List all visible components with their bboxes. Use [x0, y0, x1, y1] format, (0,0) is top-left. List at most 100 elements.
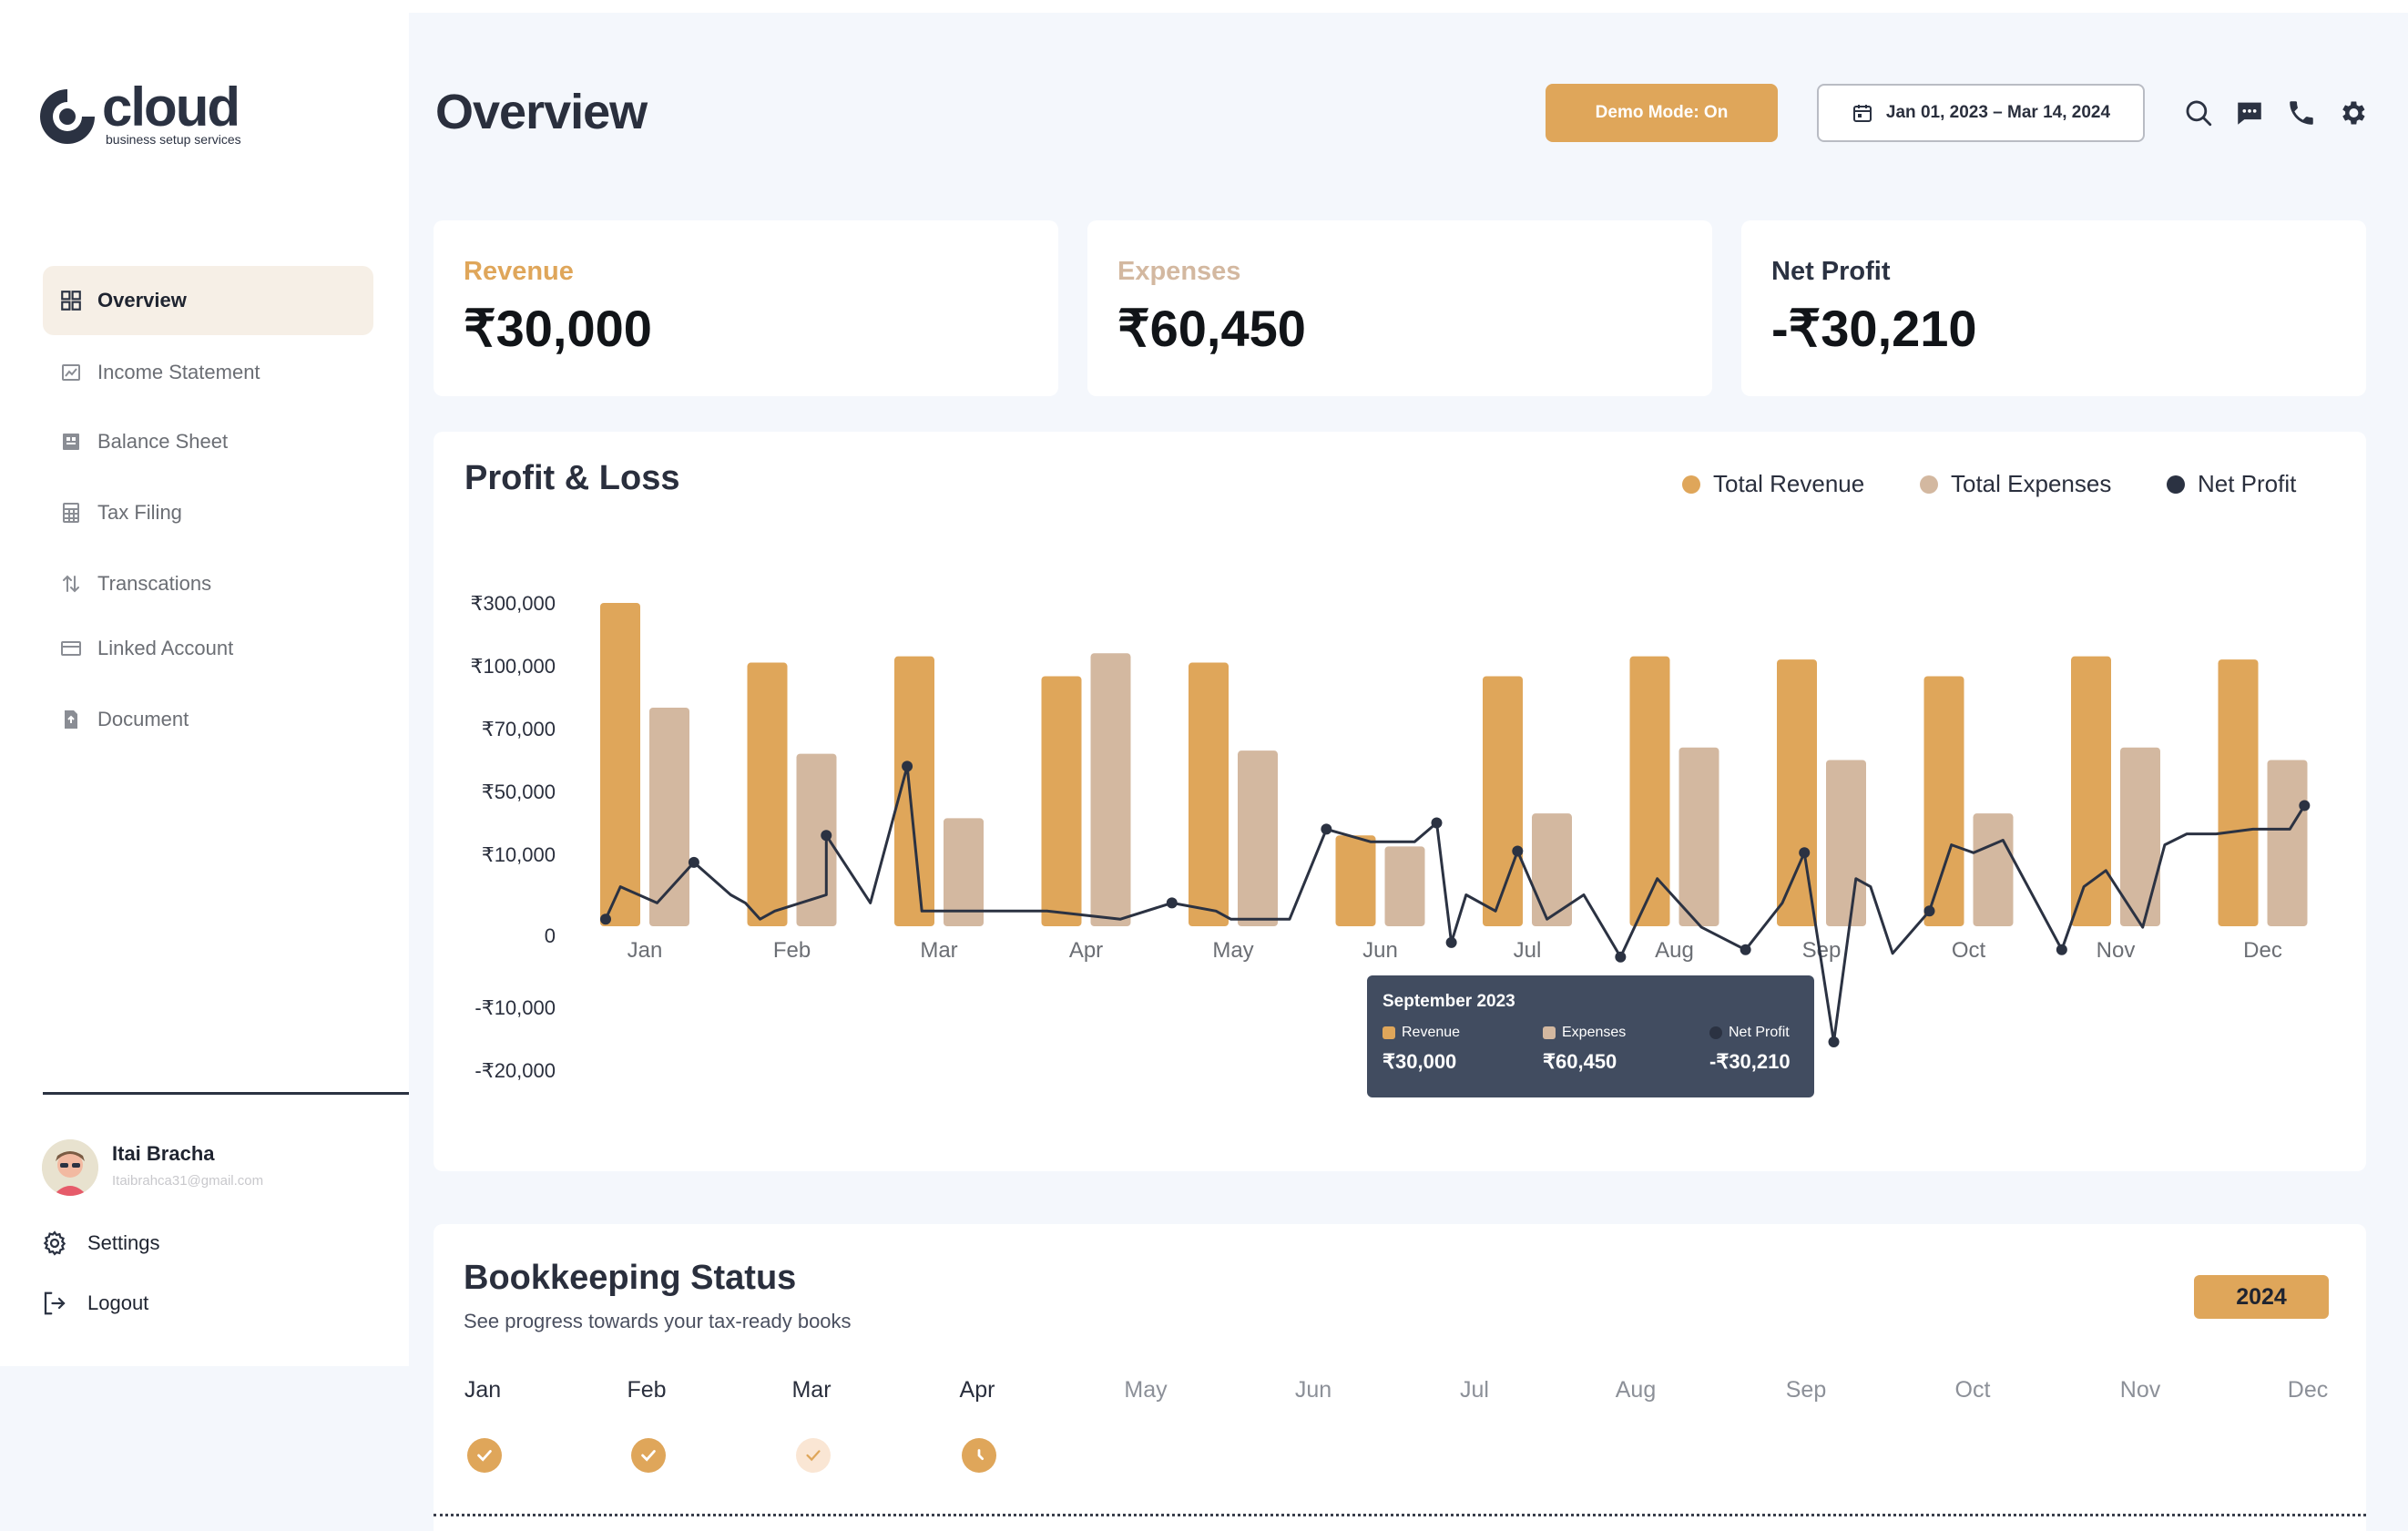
expenses-bar [1826, 760, 1866, 926]
sidebar-item-document[interactable]: Document [43, 685, 373, 754]
expenses-bar [1090, 653, 1131, 926]
sidebar: cloud business setup services Overview In… [0, 0, 409, 1366]
revenue-label: Revenue [464, 257, 574, 286]
date-range-button[interactable]: Jan 01, 2023 – Mar 14, 2024 [1817, 84, 2145, 142]
expenses-bar [1678, 747, 1719, 926]
chart-tooltip: September 2023 Revenue ₹30,000 Expenses … [1367, 975, 1814, 1097]
grid-icon [59, 289, 83, 312]
x-tick-label: Apr [1069, 938, 1103, 963]
y-tick-label: ₹300,000 [470, 592, 556, 615]
x-tick-label: May [1212, 938, 1253, 963]
sidebar-item-tax-filing[interactable]: Tax Filing [43, 478, 373, 547]
month-label-may: May [1124, 1377, 1168, 1403]
legend-net-profit-swatch [2167, 475, 2185, 494]
expenses-bar [1238, 750, 1278, 926]
check-icon[interactable] [796, 1438, 831, 1473]
revenue-bar [747, 662, 788, 926]
net-profit-label: Net Profit [1771, 257, 1891, 286]
brand-tagline: business setup services [106, 132, 241, 147]
net-profit-card: Net Profit -₹30,210 [1741, 220, 2366, 396]
net-profit-point [2056, 944, 2067, 955]
tooltip-net-swatch [1709, 1026, 1722, 1039]
ledger-icon [59, 430, 83, 454]
card-icon [59, 637, 83, 660]
net-profit-point [1445, 936, 1457, 948]
avatar[interactable] [42, 1139, 98, 1196]
net-profit-point [1828, 1036, 1840, 1047]
expenses-value: ₹60,450 [1117, 300, 1306, 357]
check-icon[interactable] [467, 1438, 502, 1473]
sidebar-item-label: Tax Filing [97, 501, 182, 524]
tooltip-expenses-swatch [1543, 1026, 1556, 1039]
expenses-bar [1973, 813, 2014, 926]
revenue-card: Revenue ₹30,000 [434, 220, 1058, 396]
sidebar-item-label: Document [97, 708, 189, 730]
page-title: Overview [435, 85, 648, 139]
tooltip-net-profit: Net Profit -₹30,210 [1709, 1025, 1791, 1074]
tooltip-title: September 2023 [1383, 992, 1515, 1011]
tooltip-revenue: Revenue ₹30,000 [1383, 1025, 1460, 1074]
sidebar-item-income-statement[interactable]: Income Statement [43, 338, 373, 407]
x-tick-label: Oct [1952, 938, 1986, 963]
logout-icon [40, 1289, 69, 1318]
x-tick-label: Jan [628, 938, 663, 963]
legend-expenses-swatch [1920, 475, 1938, 494]
sidebar-item-label: Linked Account [97, 637, 234, 659]
legend-net-profit[interactable]: Net Profit [2167, 470, 2296, 498]
x-tick-label: Jun [1362, 938, 1398, 963]
logout-link[interactable]: Logout [40, 1285, 148, 1322]
tooltip-revenue-value: ₹30,000 [1383, 1050, 1457, 1073]
x-tick-label: Mar [920, 938, 957, 963]
check-icon[interactable] [631, 1438, 666, 1473]
cloud-logo[interactable]: cloud business setup services [40, 77, 332, 155]
y-tick-label: -₹10,000 [474, 996, 556, 1019]
expenses-bar [1532, 813, 1572, 926]
month-label-aug: Aug [1615, 1377, 1657, 1403]
bookkeeping-subtitle: See progress towards your tax-ready book… [464, 1310, 852, 1332]
date-range-label: Jan 01, 2023 – Mar 14, 2024 [1885, 103, 2111, 122]
sidebar-item-linked-account[interactable]: Linked Account [43, 614, 373, 683]
tooltip-net-value: -₹30,210 [1709, 1050, 1791, 1073]
document-icon [59, 708, 83, 731]
expenses-label: Expenses [1117, 257, 1241, 286]
legend-expenses[interactable]: Total Expenses [1920, 470, 2111, 498]
sidebar-item-balance-sheet[interactable]: Balance Sheet [43, 407, 373, 476]
net-profit-point [821, 830, 832, 842]
tooltip-expenses: Expenses ₹60,450 [1543, 1025, 1626, 1074]
net-profit-point [1615, 951, 1627, 963]
net-profit-point [688, 856, 699, 868]
net-profit-point [902, 760, 913, 772]
net-profit-point [1431, 817, 1443, 829]
sidebar-item-label: Overview [97, 289, 187, 311]
year-selector-button[interactable]: 2024 [2194, 1275, 2329, 1319]
net-profit-value: -₹30,210 [1771, 300, 1977, 357]
revenue-bar [2071, 656, 2111, 926]
clock-icon[interactable] [962, 1438, 996, 1473]
x-tick-label: Nov [2097, 938, 2136, 963]
transfer-icon [59, 572, 83, 596]
sidebar-item-overview[interactable]: Overview [43, 266, 373, 335]
bookkeeping-card: Bookkeeping Status See progress towards … [434, 1224, 2366, 1531]
settings-label: Settings [87, 1231, 160, 1254]
month-label-dec: Dec [2287, 1377, 2329, 1403]
settings-link[interactable]: Settings [40, 1225, 160, 1261]
phone-icon[interactable] [2283, 95, 2320, 131]
net-profit-point [1166, 897, 1178, 909]
net-profit-point [600, 913, 611, 925]
chart-icon [59, 361, 83, 384]
tooltip-revenue-label: Revenue [1402, 1025, 1461, 1040]
chat-icon[interactable] [2231, 95, 2268, 131]
tooltip-revenue-swatch [1383, 1026, 1395, 1039]
legend-revenue-label: Total Revenue [1713, 470, 1865, 497]
search-icon[interactable] [2180, 95, 2217, 131]
gear-icon[interactable] [2334, 95, 2371, 131]
sidebar-item-transcations[interactable]: Transcations [43, 549, 373, 618]
legend-revenue[interactable]: Total Revenue [1682, 470, 1864, 498]
revenue-value: ₹30,000 [464, 300, 652, 357]
month-label-jun: Jun [1294, 1377, 1332, 1403]
y-tick-label: -₹20,000 [474, 1059, 556, 1082]
month-label-oct: Oct [1954, 1377, 1991, 1403]
x-tick-label: Jul [1514, 938, 1542, 963]
tooltip-expenses-value: ₹60,450 [1543, 1050, 1617, 1073]
demo-mode-button[interactable]: Demo Mode: On [1546, 84, 1778, 142]
